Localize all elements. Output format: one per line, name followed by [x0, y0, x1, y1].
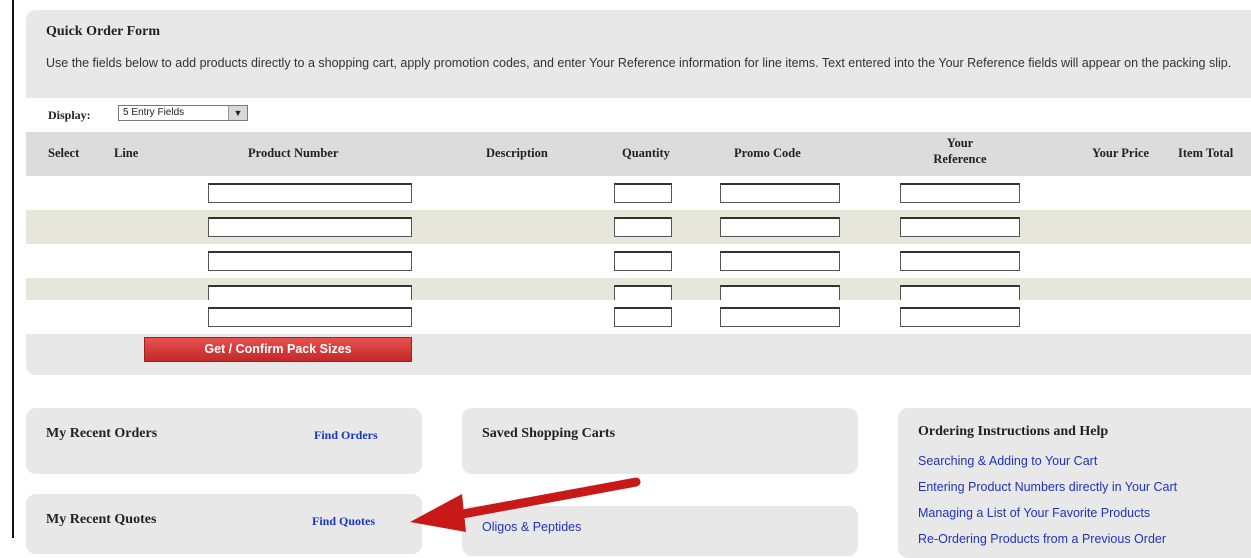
arrow-shaft — [447, 477, 641, 521]
arrow-head — [410, 494, 466, 532]
annotation-arrow — [410, 477, 641, 532]
